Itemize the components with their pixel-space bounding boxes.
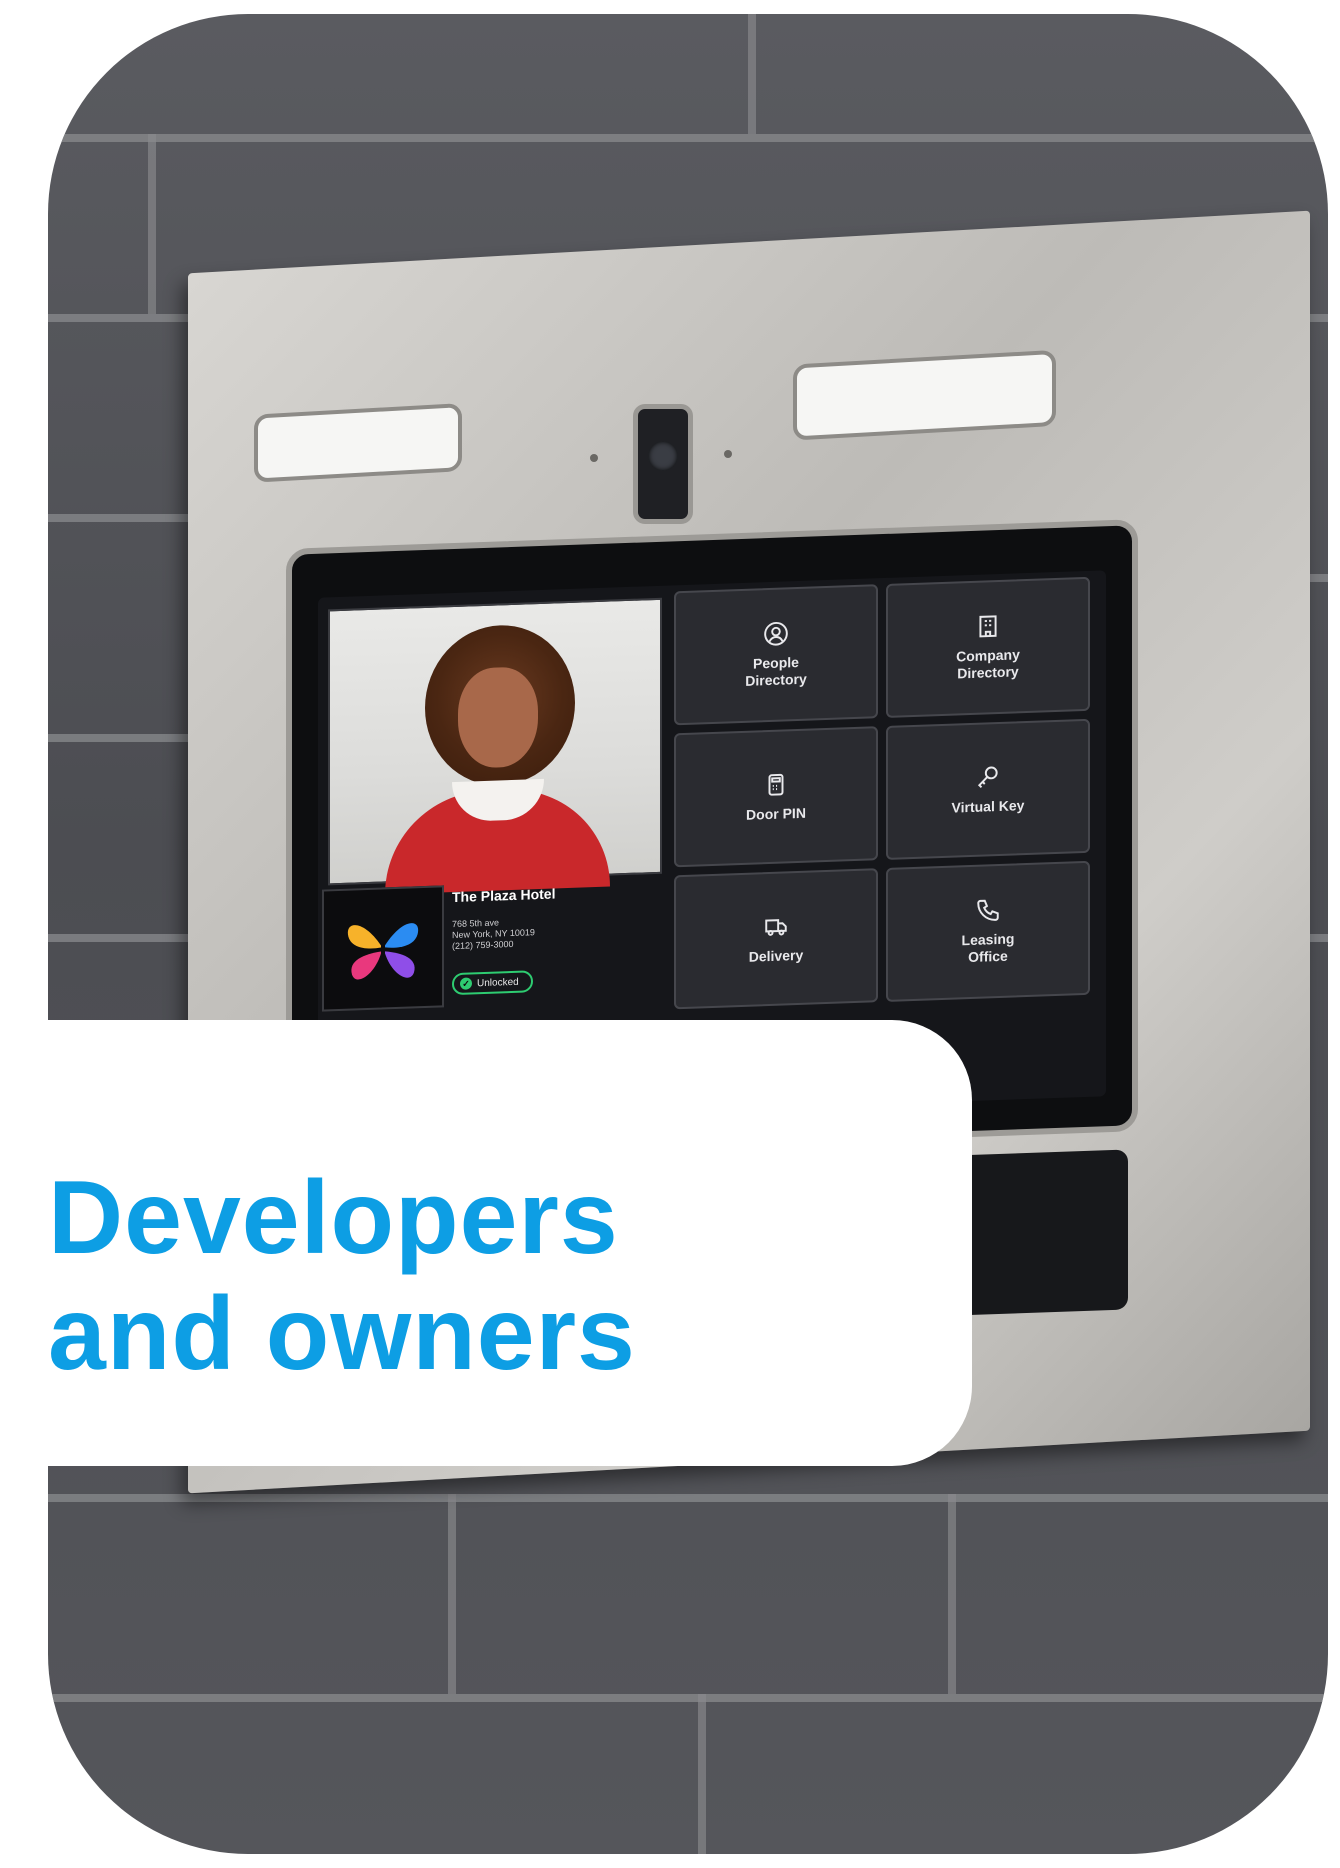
status-label: Unlocked	[477, 976, 519, 989]
microphone-dot	[724, 450, 732, 458]
heading-line-1: Developers	[48, 1160, 619, 1276]
tile-label: Leasing Office	[961, 930, 1015, 966]
wall-mortar	[48, 514, 188, 522]
status-badge: ✓ Unlocked	[452, 970, 533, 996]
property-phone: (212) 759-3000	[452, 938, 514, 952]
wall-mortar	[698, 1694, 706, 1854]
tile-leasing-office[interactable]: Leasing Office	[886, 860, 1090, 1002]
tile-delivery[interactable]: Delivery	[674, 868, 878, 1010]
tile-label: Virtual Key	[951, 796, 1025, 816]
wall-mortar	[48, 1494, 1328, 1502]
wall-mortar	[148, 134, 156, 314]
wall-mortar	[948, 1494, 956, 1694]
property-info: The Plaza Hotel 768 5th ave New York, NY…	[322, 878, 662, 1020]
property-name: The Plaza Hotel	[452, 885, 556, 906]
light-slot-left	[254, 403, 462, 483]
tile-door-pin[interactable]: Door PIN	[674, 726, 878, 868]
tile-label: Company Directory	[956, 646, 1020, 682]
wall-mortar	[48, 1694, 1328, 1702]
heading-panel: Developers and owners	[48, 1020, 972, 1466]
video-feed-photo	[328, 597, 662, 895]
camera-lens	[648, 441, 678, 471]
camera-icon	[633, 404, 693, 524]
hero-image-card: The Plaza Hotel 768 5th ave New York, NY…	[48, 14, 1328, 1854]
butterfly-logo-icon	[347, 923, 419, 980]
wall-mortar	[748, 14, 756, 134]
page-heading: Developers and owners	[48, 1160, 636, 1392]
heading-line-2: and owners	[48, 1276, 636, 1392]
microphone-dot	[590, 454, 598, 462]
wall-mortar	[448, 1494, 456, 1694]
key-icon	[977, 766, 998, 788]
tile-label: People Directory	[745, 653, 807, 689]
property-address: 768 5th ave New York, NY 10019 (212) 759…	[452, 916, 535, 952]
wall-mortar	[48, 934, 188, 942]
tile-company-directory[interactable]: Company Directory	[886, 576, 1090, 718]
tile-label: Door PIN	[746, 804, 806, 823]
wall-mortar	[48, 134, 1328, 142]
truck-icon	[765, 918, 787, 936]
tile-people-directory[interactable]: People Directory	[674, 584, 878, 726]
keypad-icon	[768, 773, 784, 796]
tile-virtual-key[interactable]: Virtual Key	[886, 718, 1090, 860]
check-icon: ✓	[460, 977, 472, 990]
light-slot-right	[793, 349, 1056, 441]
butterfly-logo	[322, 885, 444, 1012]
tile-label: Delivery	[748, 946, 804, 965]
building-icon	[979, 615, 997, 638]
phone-icon	[977, 899, 999, 921]
wall-mortar	[48, 734, 188, 742]
person-circle-icon	[764, 621, 788, 646]
